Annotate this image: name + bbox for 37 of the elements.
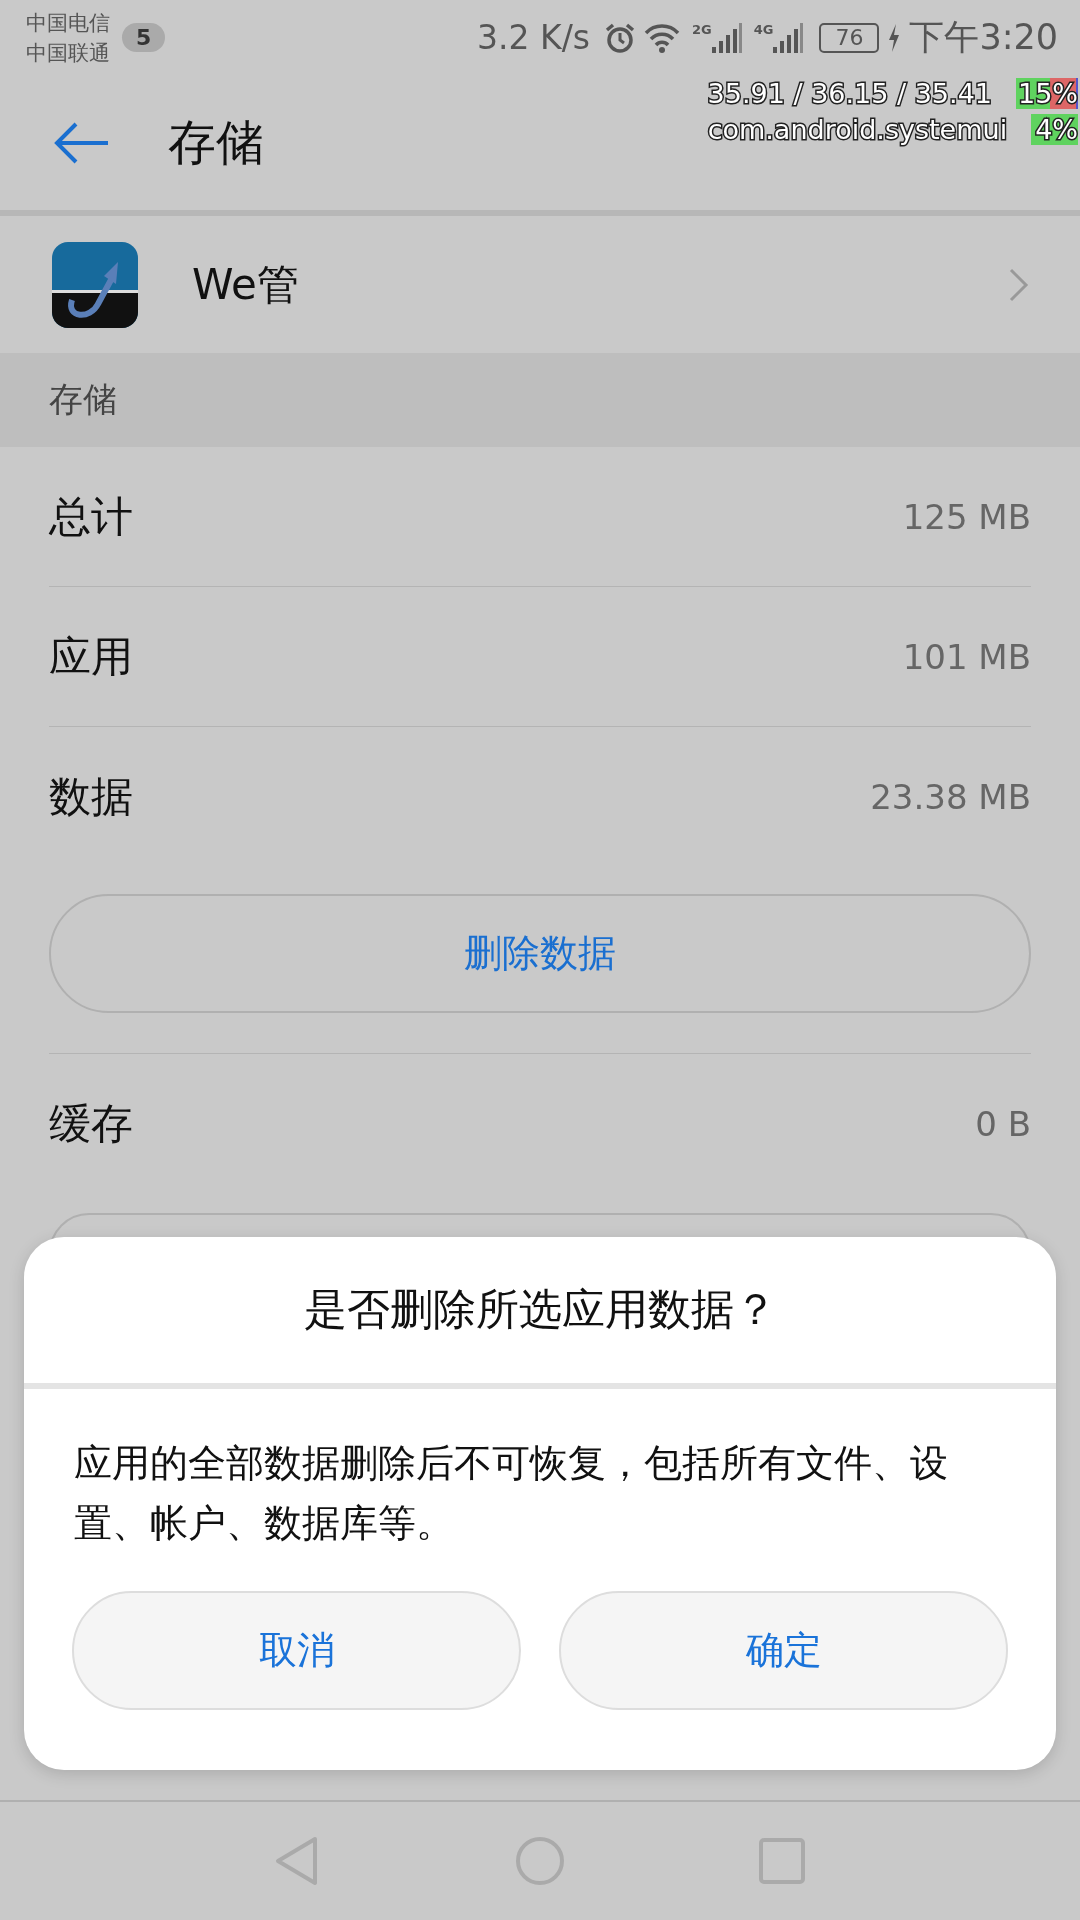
row-label: 数据 [49,770,133,823]
wifi-icon [643,22,680,53]
row-label: 应用 [49,630,133,683]
cancel-button[interactable]: 取消 [72,1591,521,1710]
confirm-button[interactable]: 确定 [559,1591,1008,1710]
app-name: We管 [192,258,299,311]
notification-badge: 5 [122,23,166,52]
chevron-right-icon [1008,266,1030,303]
dialog-title: 是否删除所选应用数据？ [302,1283,778,1336]
battery-level: 76 [819,22,880,53]
dialog-message: 应用的全部数据删除后不可恢复，包括所有文件、设置、帐户、数据库等。 [73,1440,949,1547]
back-arrow-icon[interactable] [54,120,110,165]
signal-icon [711,22,742,53]
network-type-label: 4G [753,22,774,37]
debug-overlay-text: com.android.systemui [707,113,1008,145]
signal-icon [773,22,804,53]
recents-icon[interactable] [759,1838,805,1884]
clear-data-button[interactable]: 删除数据 [49,894,1031,1013]
charging-icon [887,22,902,53]
page-title: 存储 [168,112,264,172]
load-percent: 4% [1031,113,1078,145]
section-title: 存储 [49,378,117,421]
alarm-icon [603,21,636,54]
row-value: 101 MB [902,636,1031,677]
clock: 下午3:20 [909,16,1058,59]
row-value: 23.38 MB [870,776,1031,817]
app-row[interactable]: We管 [0,216,1080,353]
carrier-name: 中国联通 [26,39,110,67]
network-type-label: 2G [691,22,712,37]
row-label: 缓存 [49,1097,133,1150]
row-value: 125 MB [902,496,1031,537]
row-label: 总计 [49,490,133,543]
row-value: 0 B [975,1103,1031,1144]
home-icon[interactable] [515,1836,565,1886]
app-icon [52,241,138,328]
carrier-name: 中国电信 [26,9,110,37]
network-speed: 3.2 K/s [477,18,590,57]
